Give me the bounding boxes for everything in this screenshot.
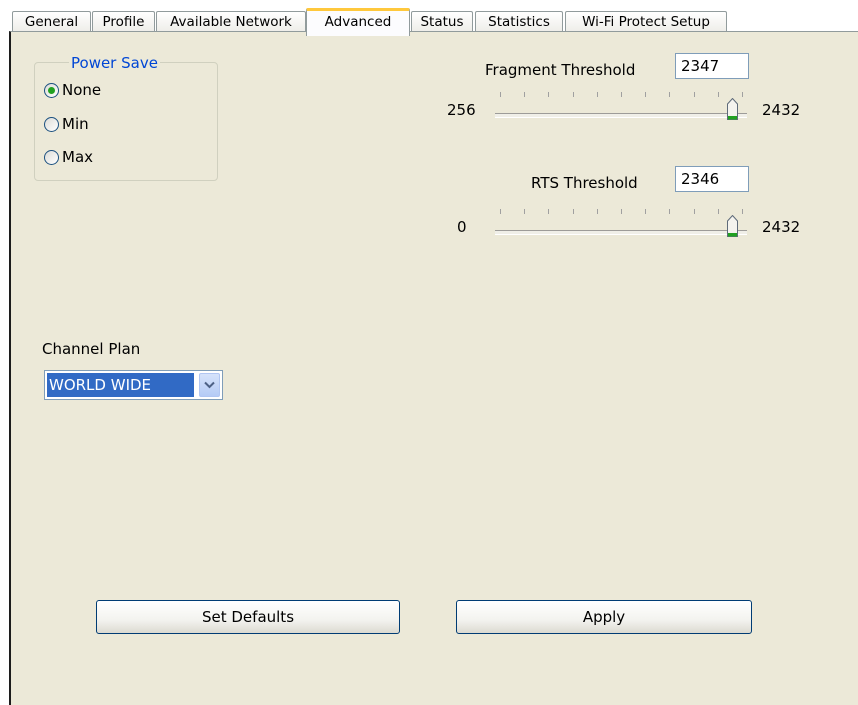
slider-track[interactable] — [495, 113, 747, 118]
chevron-down-glyph — [204, 381, 215, 389]
slider-tick — [718, 209, 719, 214]
slider-thumb-icon[interactable] — [727, 215, 738, 237]
radio-button-icon[interactable] — [44, 116, 59, 132]
slider-ticks — [495, 209, 747, 219]
channel-plan-label: Channel Plan — [42, 340, 141, 358]
slider-tick — [621, 92, 622, 97]
channel-plan-select[interactable]: WORLD WIDE — [44, 370, 223, 400]
slider-tick — [694, 209, 695, 214]
radio-none[interactable]: None — [44, 79, 101, 101]
radio-min[interactable]: Min — [44, 113, 89, 135]
slider-tick — [597, 92, 598, 97]
apply-button[interactable]: Apply — [456, 600, 752, 634]
slider-tick — [718, 92, 719, 97]
slider-tick — [645, 209, 646, 214]
rts-threshold-max: 2432 — [762, 218, 801, 236]
slider-tick — [500, 92, 501, 97]
radio-selected-dot — [48, 86, 55, 94]
rts-threshold-slider[interactable] — [495, 209, 747, 245]
rts-threshold-min: 0 — [457, 218, 467, 236]
power-save-title: Power Save — [69, 54, 160, 72]
slider-thumb-icon[interactable] — [727, 98, 738, 120]
radio-min-label: Min — [62, 115, 89, 133]
slider-tick — [548, 209, 549, 214]
radio-none-label: None — [62, 81, 102, 99]
slider-tick — [742, 92, 743, 97]
tab-advanced[interactable]: Advanced — [306, 8, 410, 36]
slider-tick — [524, 92, 525, 97]
fragment-threshold-input[interactable]: 2347 — [675, 53, 749, 79]
advanced-panel: Power Save None Min Max Fragment Thresho… — [9, 31, 858, 705]
slider-tick — [573, 92, 574, 97]
fragment-threshold-label: Fragment Threshold — [485, 61, 636, 79]
rts-threshold-input[interactable]: 2346 — [675, 166, 749, 192]
fragment-threshold-min: 256 — [447, 101, 476, 119]
slider-tick — [500, 209, 501, 214]
slider-tick — [621, 209, 622, 214]
radio-button-icon[interactable] — [44, 82, 59, 98]
slider-tick — [669, 92, 670, 97]
power-save-group: Power Save None Min Max — [34, 54, 218, 181]
radio-max[interactable]: Max — [44, 146, 93, 168]
slider-tick — [645, 92, 646, 97]
slider-tick — [573, 209, 574, 214]
fragment-threshold-max: 2432 — [762, 101, 801, 119]
radio-max-label: Max — [62, 148, 94, 166]
radio-button-icon[interactable] — [44, 149, 59, 165]
fragment-threshold-slider[interactable] — [495, 92, 747, 128]
channel-plan-selected-value: WORLD WIDE — [47, 373, 194, 397]
slider-tick — [694, 92, 695, 97]
set-defaults-button[interactable]: Set Defaults — [96, 600, 400, 634]
slider-track[interactable] — [495, 230, 747, 235]
slider-tick — [597, 209, 598, 214]
slider-tick — [548, 92, 549, 97]
rts-threshold-label: RTS Threshold — [531, 174, 638, 192]
slider-ticks — [495, 92, 747, 102]
slider-tick — [669, 209, 670, 214]
chevron-down-icon[interactable] — [199, 373, 220, 397]
slider-tick — [742, 209, 743, 214]
slider-tick — [524, 209, 525, 214]
